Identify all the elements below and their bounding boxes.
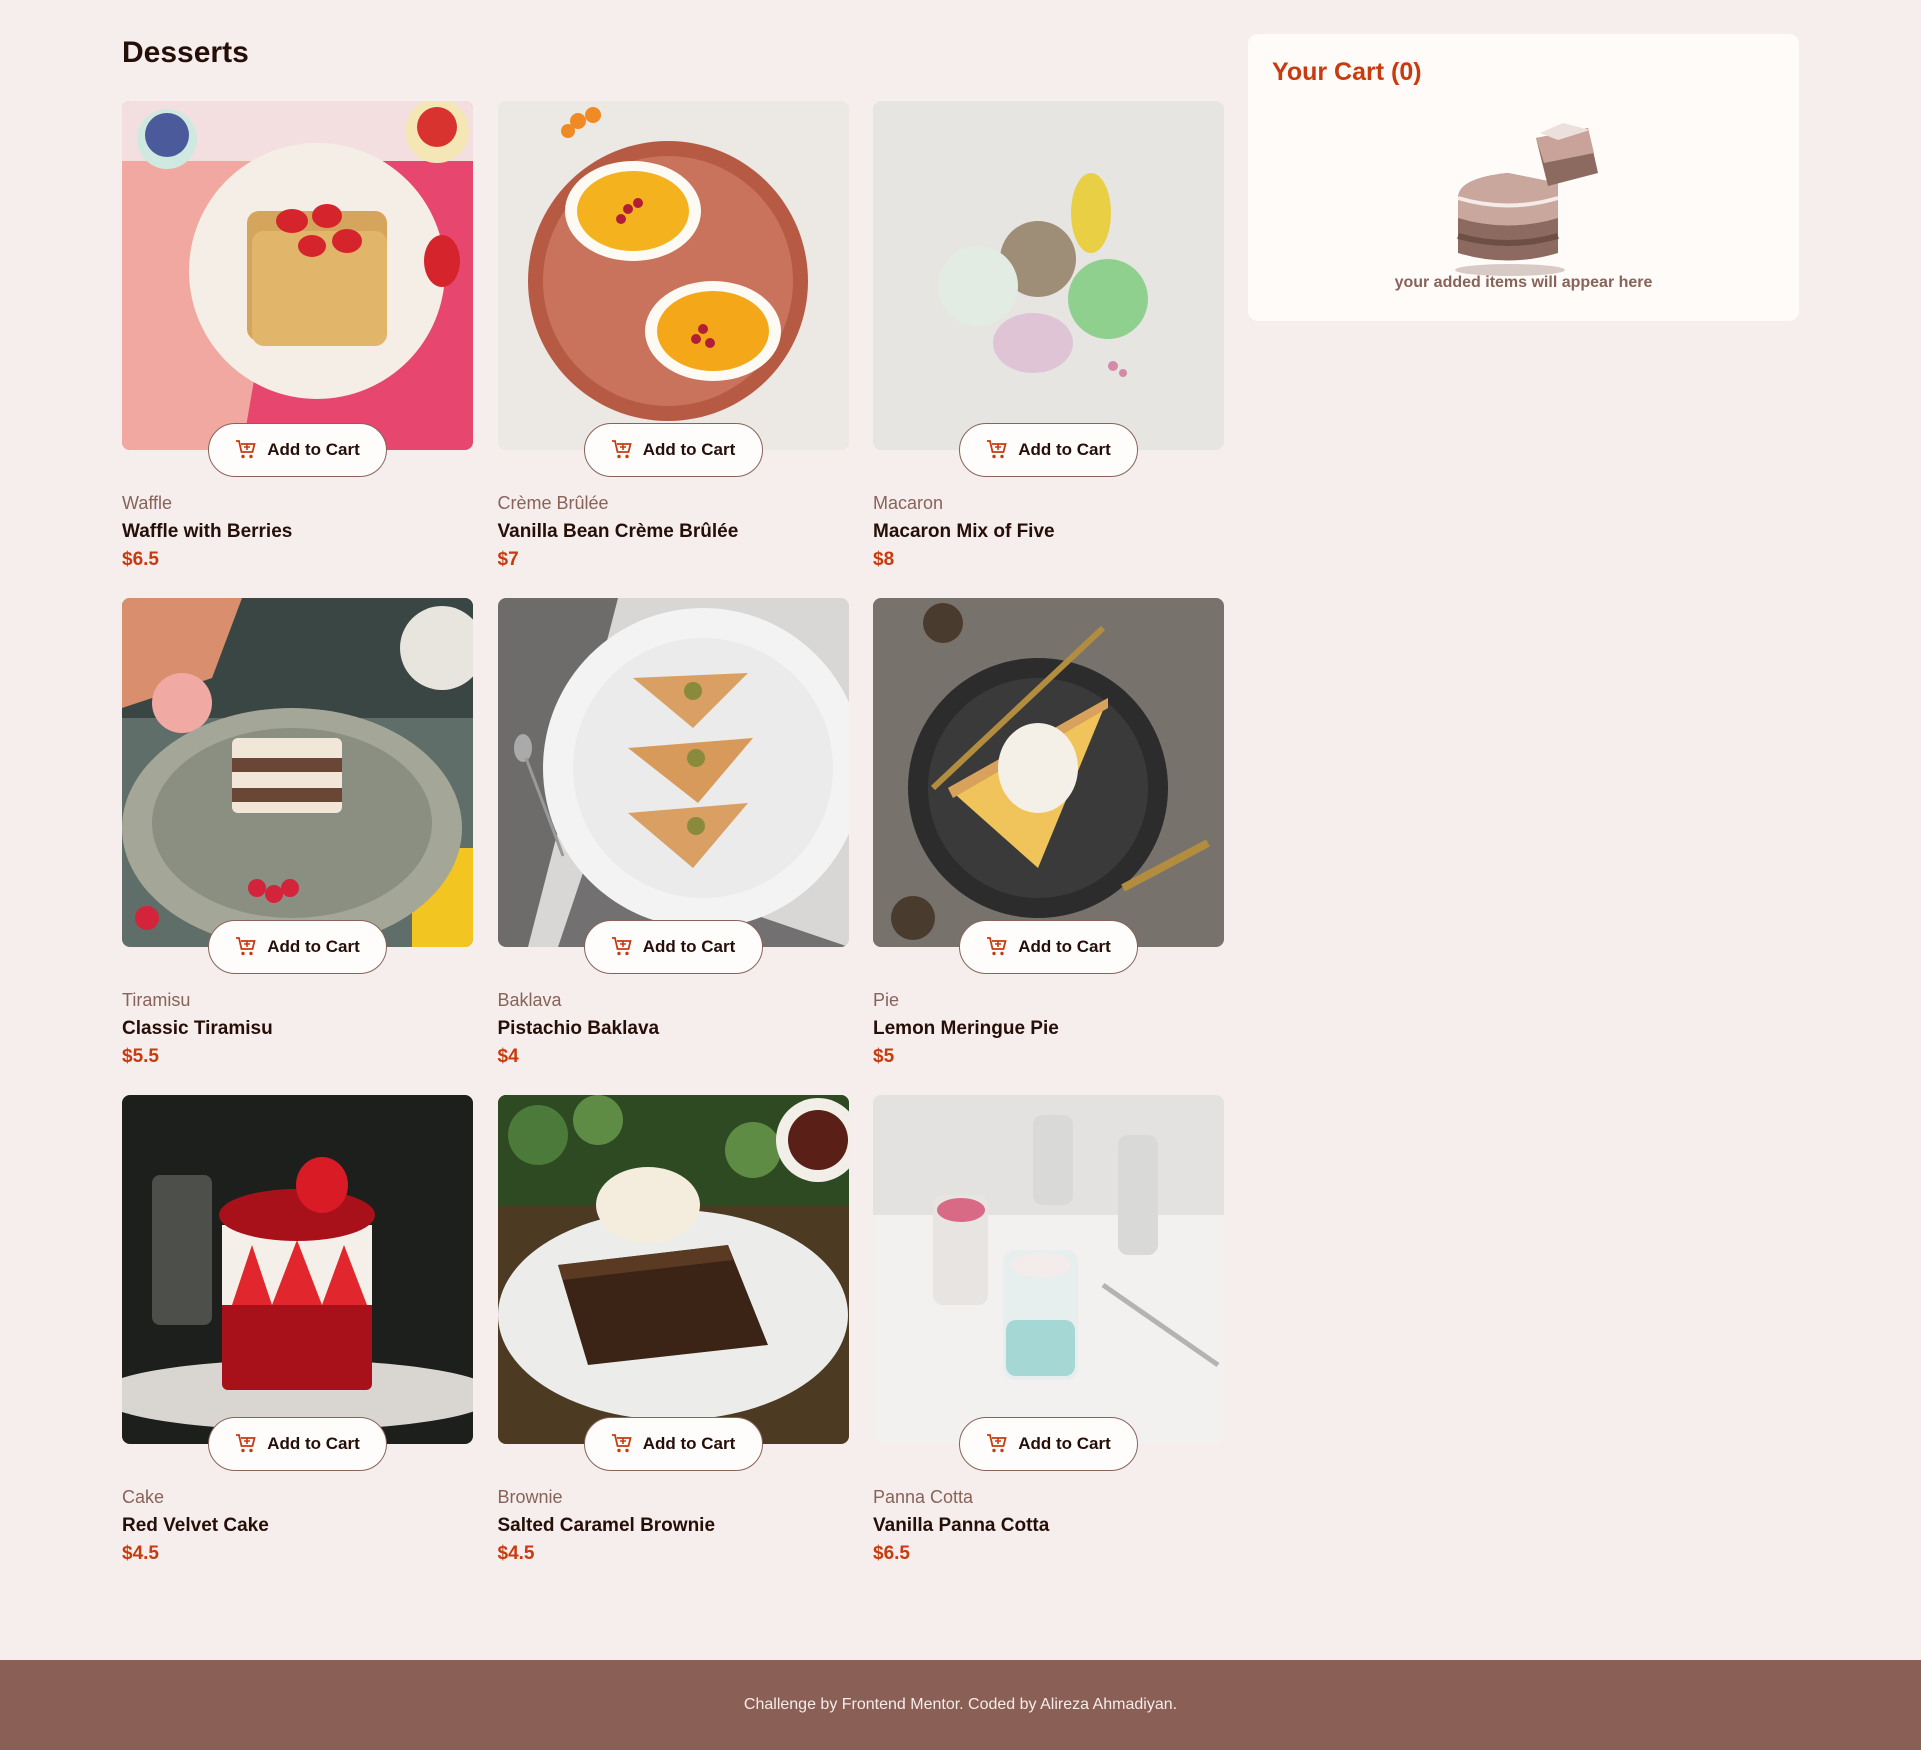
product-name: Pistachio Baklava [497, 1018, 660, 1039]
product-name: Waffle with Berries [122, 521, 293, 542]
add-to-cart-icon [236, 1434, 256, 1453]
product-card: Add to Cart Pie Lemon Meringue Pie $5 [873, 598, 1224, 1095]
product-card: Add to Cart Panna Cotta Vanilla Panna Co… [873, 1095, 1224, 1592]
product-category: Brownie [497, 1487, 563, 1507]
footer-credit: Challenge by Frontend Mentor. Coded by A… [743, 1696, 1178, 1713]
product-price: $4.5 [122, 1543, 159, 1564]
add-to-cart-button[interactable]: Add to Cart [208, 1417, 387, 1471]
product-category: Macaron [873, 493, 944, 513]
add-to-cart-icon [236, 440, 256, 459]
product-price: $7 [497, 549, 519, 570]
product-image [497, 1095, 849, 1444]
product-category: Pie [873, 990, 900, 1010]
product-category: Cake [122, 1487, 165, 1507]
add-to-cart-icon [236, 937, 256, 956]
add-to-cart-label: Add to Cart [267, 440, 360, 459]
add-to-cart-icon [987, 937, 1007, 956]
product-price: $5 [873, 1046, 895, 1067]
add-to-cart-label: Add to Cart [642, 1434, 736, 1453]
add-to-cart-icon [987, 440, 1007, 459]
product-name: Macaron Mix of Five [873, 521, 1055, 542]
add-to-cart-label: Add to Cart [1018, 1434, 1111, 1453]
add-to-cart-button[interactable]: Add to Cart [208, 423, 387, 477]
product-category: Tiramisu [122, 990, 191, 1010]
product-category: Baklava [497, 990, 562, 1010]
product-grid: Add to Cart Waffle Waffle with Berries $… [122, 101, 1224, 1592]
product-name: Classic Tiramisu [122, 1018, 273, 1039]
add-to-cart-label: Add to Cart [642, 440, 736, 459]
product-name: Vanilla Panna Cotta [873, 1515, 1050, 1536]
product-card: Add to Cart Baklava Pistachio Baklava $4 [497, 598, 849, 1095]
add-to-cart-button[interactable]: Add to Cart [583, 920, 763, 974]
product-card: Add to Cart Waffle Waffle with Berries $… [122, 101, 473, 598]
add-to-cart-button[interactable]: Add to Cart [208, 920, 387, 974]
product-category: Panna Cotta [873, 1487, 974, 1507]
product-card: Add to Cart Tiramisu Classic Tiramisu $5… [122, 598, 473, 1095]
add-to-cart-button[interactable]: Add to Cart [959, 920, 1138, 974]
product-card: Add to Cart Cake Red Velvet Cake $4.5 [122, 1095, 473, 1592]
product-name: Vanilla Bean Crème Brûlée [497, 521, 739, 542]
product-category: Waffle [122, 493, 173, 513]
footer: Challenge by Frontend Mentor. Coded by A… [0, 1660, 1921, 1750]
page-title: Desserts [122, 36, 249, 69]
add-to-cart-icon [987, 1434, 1007, 1453]
add-to-cart-button[interactable]: Add to Cart [583, 1417, 763, 1471]
cart-panel: Your Cart (0) your added items will appe… [1248, 34, 1799, 321]
product-card: Add to Cart Macaron Macaron Mix of Five … [873, 101, 1224, 598]
product-price: $4.5 [497, 1543, 535, 1564]
add-to-cart-label: Add to Cart [642, 937, 736, 956]
product-price: $5.5 [122, 1046, 159, 1067]
product-card: Add to Cart Crème Brûlée Vanilla Bean Cr… [497, 101, 849, 598]
product-image [873, 598, 1224, 947]
product-price: $4 [497, 1046, 519, 1067]
product-image [873, 101, 1224, 450]
product-image [873, 1095, 1224, 1444]
product-price: $8 [873, 549, 895, 570]
product-price: $6.5 [122, 549, 159, 570]
product-name: Salted Caramel Brownie [497, 1515, 716, 1536]
page: Desserts Add to Cart Waffle Waffle with … [0, 0, 1921, 1660]
product-name: Red Velvet Cake [122, 1515, 269, 1536]
product-name: Lemon Meringue Pie [873, 1018, 1059, 1039]
empty-cart-cake-icon [1455, 123, 1598, 276]
add-to-cart-button[interactable]: Add to Cart [583, 423, 763, 477]
add-to-cart-label: Add to Cart [1018, 937, 1111, 956]
product-image [497, 598, 849, 947]
add-to-cart-icon [611, 937, 632, 956]
product-card: Add to Cart Brownie Salted Caramel Brown… [497, 1095, 849, 1592]
product-category: Crème Brûlée [497, 493, 609, 513]
cart-title: Your Cart (0) [1272, 58, 1422, 86]
add-to-cart-label: Add to Cart [267, 937, 360, 956]
product-image [122, 598, 473, 947]
product-price: $6.5 [873, 1543, 910, 1564]
cart-empty-message: your added items will appear here [1394, 274, 1653, 291]
add-to-cart-label: Add to Cart [1018, 440, 1111, 459]
add-to-cart-button[interactable]: Add to Cart [959, 423, 1138, 477]
add-to-cart-icon [611, 440, 632, 459]
add-to-cart-icon [611, 1434, 632, 1453]
product-image [497, 101, 849, 450]
add-to-cart-button[interactable]: Add to Cart [959, 1417, 1138, 1471]
product-image [122, 101, 473, 450]
product-image [122, 1095, 473, 1444]
add-to-cart-label: Add to Cart [267, 1434, 360, 1453]
